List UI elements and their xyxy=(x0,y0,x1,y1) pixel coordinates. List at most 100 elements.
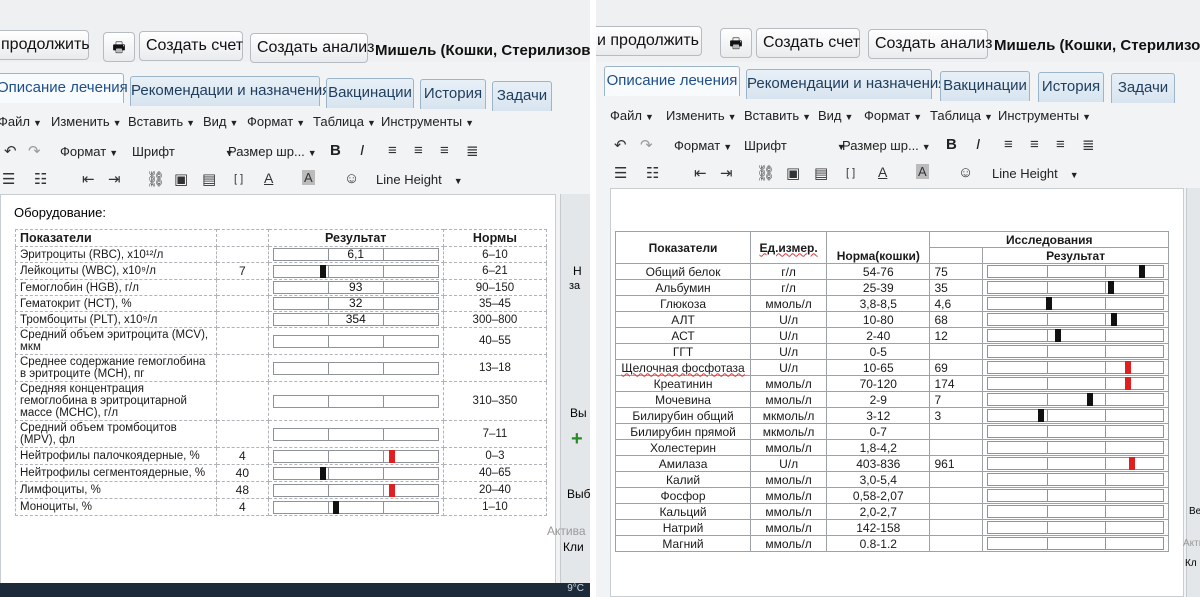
redo-icon[interactable]: ↷ xyxy=(640,136,653,154)
tab-history[interactable]: История xyxy=(1038,72,1104,102)
text-color-icon[interactable]: A xyxy=(878,164,887,180)
bullet-list-icon[interactable]: ☰ xyxy=(614,164,627,182)
param-value[interactable]: 7 xyxy=(216,262,269,280)
align-justify-icon[interactable]: ≣ xyxy=(1082,136,1095,154)
emoji-icon[interactable]: ☺ xyxy=(344,170,359,187)
outdent-icon[interactable]: ⇤ xyxy=(694,164,707,182)
tab-history[interactable]: История xyxy=(420,79,486,109)
param-value[interactable]: 961 xyxy=(929,455,984,472)
param-value[interactable] xyxy=(929,487,984,504)
print-button[interactable]: 🖶 xyxy=(103,32,135,62)
menu-view[interactable]: Вид ▼ xyxy=(818,108,853,123)
param-value[interactable]: 75 xyxy=(929,263,984,280)
param-value[interactable] xyxy=(929,471,984,488)
param-value[interactable]: 68 xyxy=(929,311,984,328)
line-height-dropdown[interactable]: Line Height ▼ xyxy=(376,172,463,187)
menu-tools[interactable]: Инструменты ▼ xyxy=(381,114,474,129)
tab-vaccinations[interactable]: Вакцинации xyxy=(940,71,1030,101)
create-analysis-button[interactable]: Создать анализ xyxy=(250,33,375,63)
param-value[interactable]: 12 xyxy=(929,327,984,344)
param-value[interactable] xyxy=(216,246,269,263)
editor-area[interactable]: Оборудование: Показатели Результат Нормы… xyxy=(0,194,556,597)
outdent-icon[interactable]: ⇤ xyxy=(82,170,95,188)
param-value[interactable]: 4 xyxy=(216,447,269,465)
param-value[interactable] xyxy=(216,279,269,296)
continue-button[interactable]: и продолжить xyxy=(596,26,702,56)
param-value[interactable]: 48 xyxy=(216,481,269,499)
line-height-dropdown[interactable]: Line Height ▼ xyxy=(992,166,1079,181)
param-value[interactable]: 69 xyxy=(929,359,984,376)
undo-icon[interactable]: ↶ xyxy=(614,136,627,154)
font-size-dropdown[interactable]: Размер шр... ▼ xyxy=(228,144,317,159)
menu-file[interactable]: Файл ▼ xyxy=(610,108,654,123)
param-value[interactable] xyxy=(216,420,269,448)
print-button[interactable]: 🖶 xyxy=(720,28,752,58)
align-left-icon[interactable]: ≡ xyxy=(388,142,397,159)
param-value[interactable] xyxy=(929,423,984,440)
param-value[interactable] xyxy=(216,311,269,328)
redo-icon[interactable]: ↷ xyxy=(28,142,41,160)
menu-edit[interactable]: Изменить ▼ xyxy=(51,114,122,129)
source-code-icon[interactable]: [ ] xyxy=(846,167,855,179)
italic-button[interactable]: I xyxy=(976,136,980,153)
source-code-icon[interactable]: [ ] xyxy=(234,173,243,185)
param-value[interactable]: 4 xyxy=(216,498,269,516)
format-dropdown[interactable]: Формат ▼ xyxy=(60,144,118,159)
menu-file[interactable]: Файл ▼ xyxy=(0,114,42,129)
menu-tools[interactable]: Инструменты ▼ xyxy=(998,108,1091,123)
format-dropdown[interactable]: Формат ▼ xyxy=(674,138,732,153)
menu-format[interactable]: Формат ▼ xyxy=(247,114,305,129)
align-left-icon[interactable]: ≡ xyxy=(1004,136,1013,153)
param-value[interactable]: 3 xyxy=(929,407,984,424)
tab-tasks[interactable]: Задачи xyxy=(1111,73,1175,103)
image-icon[interactable]: ▣ xyxy=(174,170,188,188)
param-value[interactable] xyxy=(216,381,269,421)
tab-recommendations[interactable]: Рекомендации и назначения xyxy=(746,69,946,99)
link-icon[interactable]: ⛓ xyxy=(146,170,165,188)
align-center-icon[interactable]: ≡ xyxy=(1030,136,1039,153)
italic-button[interactable]: I xyxy=(360,142,364,159)
menu-edit[interactable]: Изменить ▼ xyxy=(666,108,737,123)
numbered-list-icon[interactable]: ☷ xyxy=(34,170,47,188)
menu-insert[interactable]: Вставить ▼ xyxy=(744,108,811,123)
param-value[interactable]: 35 xyxy=(929,279,984,296)
menu-format[interactable]: Формат ▼ xyxy=(864,108,922,123)
bold-button[interactable]: B xyxy=(946,136,957,153)
bullet-list-icon[interactable]: ☰ xyxy=(2,170,15,188)
continue-button[interactable]: продолжить xyxy=(0,30,90,60)
menu-view[interactable]: Вид ▼ xyxy=(203,114,238,129)
create-analysis-button[interactable]: Создать анализ xyxy=(868,29,993,59)
emoji-icon[interactable]: ☺ xyxy=(958,164,973,181)
param-value[interactable] xyxy=(216,295,269,312)
bold-button[interactable]: B xyxy=(330,142,341,159)
param-value[interactable]: 4,6 xyxy=(929,295,984,312)
tab-treatment[interactable]: Описание лечения xyxy=(604,66,740,96)
link-icon[interactable]: ⛓ xyxy=(756,164,775,182)
menu-table[interactable]: Таблица ▼ xyxy=(930,108,993,123)
highlight-icon[interactable]: A xyxy=(916,164,929,179)
editor-area[interactable]: Показатели Ед.измер. Норма(кошки) Исслед… xyxy=(610,188,1184,597)
create-invoice-button[interactable]: Создать счет xyxy=(139,31,243,61)
plus-icon[interactable]: + xyxy=(571,428,583,451)
save-icon[interactable]: ▤ xyxy=(814,164,828,182)
save-icon[interactable]: ▤ xyxy=(202,170,216,188)
align-justify-icon[interactable]: ≣ xyxy=(466,142,479,160)
create-invoice-button[interactable]: Создать счет xyxy=(756,28,860,58)
font-size-dropdown[interactable]: Размер шр... ▼ xyxy=(842,138,931,153)
undo-icon[interactable]: ↶ xyxy=(4,142,17,160)
param-value[interactable] xyxy=(216,327,269,355)
param-value[interactable] xyxy=(929,503,984,520)
indent-icon[interactable]: ⇥ xyxy=(720,164,733,182)
tab-recommendations[interactable]: Рекомендации и назначения xyxy=(130,76,330,106)
param-value[interactable] xyxy=(929,535,984,552)
tab-tasks[interactable]: Задачи xyxy=(492,81,552,111)
font-dropdown[interactable]: Шрифт ▼ xyxy=(744,138,846,153)
menu-table[interactable]: Таблица ▼ xyxy=(313,114,376,129)
param-value[interactable]: 174 xyxy=(929,375,984,392)
param-value[interactable]: 40 xyxy=(216,464,269,482)
align-right-icon[interactable]: ≡ xyxy=(1056,136,1065,153)
param-value[interactable] xyxy=(929,343,984,360)
align-center-icon[interactable]: ≡ xyxy=(414,142,423,159)
param-value[interactable] xyxy=(929,519,984,536)
tab-vaccinations[interactable]: Вакцинации xyxy=(326,78,414,108)
